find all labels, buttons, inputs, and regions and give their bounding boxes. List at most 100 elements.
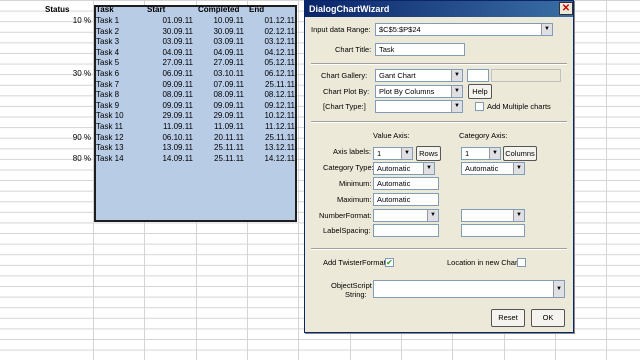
cell-task[interactable]: Task 9 [96, 101, 142, 111]
cell-completed[interactable]: 09.09.11 [198, 101, 244, 111]
header-start[interactable]: Start [147, 5, 165, 15]
value-labelspacing-input[interactable] [373, 224, 439, 237]
cell-status[interactable] [45, 48, 91, 58]
cell-task[interactable]: Task 6 [96, 69, 142, 79]
minimum-input[interactable]: Automatic [373, 177, 439, 190]
rows-button[interactable]: Rows [416, 146, 441, 161]
cell-status[interactable] [45, 58, 91, 68]
header-status[interactable]: Status [45, 5, 69, 15]
gallery-select[interactable]: Gant Chart ▼ [375, 69, 463, 82]
cell-end[interactable]: 14.12.11 [249, 154, 295, 164]
category-numberformat-select[interactable]: ▼ [461, 209, 525, 222]
cell-completed[interactable]: 10.09.11 [198, 16, 244, 26]
cell-start[interactable]: 11.09.11 [147, 122, 193, 132]
cell-start[interactable]: 01.09.11 [147, 16, 193, 26]
ok-button[interactable]: OK [531, 309, 565, 327]
category-type-select[interactable]: Automatic ▼ [461, 162, 525, 175]
cell-status[interactable] [45, 80, 91, 90]
cell-status[interactable] [45, 37, 91, 47]
cell-end[interactable]: 03.12.11 [249, 37, 295, 47]
cell-completed[interactable]: 30.09.11 [198, 27, 244, 37]
cell-end[interactable]: 25.11.11 [249, 80, 295, 90]
cell-completed[interactable]: 29.09.11 [198, 111, 244, 121]
cell-status[interactable] [45, 143, 91, 153]
objectscript-field[interactable]: ▼ [373, 280, 565, 298]
category-axis-select[interactable]: 1 ▼ [461, 147, 501, 160]
cell-completed[interactable]: 25.11.11 [198, 154, 244, 164]
cell-end[interactable]: 05.12.11 [249, 58, 295, 68]
category-labelspacing-input[interactable] [461, 224, 525, 237]
cell-completed[interactable]: 03.10.11 [198, 69, 244, 79]
help-button[interactable]: Help [468, 84, 492, 99]
reset-button[interactable]: Reset [491, 309, 525, 327]
cell-status[interactable] [45, 90, 91, 100]
cell-completed[interactable]: 11.09.11 [198, 122, 244, 132]
cell-end[interactable]: 04.12.11 [249, 48, 295, 58]
cell-task[interactable]: Task 14 [96, 154, 142, 164]
cell-task[interactable]: Task 4 [96, 48, 142, 58]
cell-start[interactable]: 08.09.11 [147, 90, 193, 100]
cell-end[interactable]: 02.12.11 [249, 27, 295, 37]
cell-task[interactable]: Task 5 [96, 58, 142, 68]
cell-completed[interactable]: 27.09.11 [198, 58, 244, 68]
cell-task[interactable]: Task 13 [96, 143, 142, 153]
twister-checkbox[interactable]: ✔ [385, 258, 394, 267]
cell-task[interactable]: Task 7 [96, 80, 142, 90]
cell-task[interactable]: Task 12 [96, 133, 142, 143]
cell-start[interactable]: 06.10.11 [147, 133, 193, 143]
cell-end[interactable]: 13.12.11 [249, 143, 295, 153]
cell-start[interactable]: 09.09.11 [147, 101, 193, 111]
close-button[interactable]: ✕ [559, 2, 573, 15]
charttype-select[interactable]: ▼ [375, 100, 463, 113]
cell-status[interactable]: 10 % [45, 16, 91, 26]
dialog-titlebar[interactable]: DialogChartWizard [305, 1, 573, 17]
cell-start[interactable]: 06.09.11 [147, 69, 193, 79]
cell-end[interactable]: 10.12.11 [249, 111, 295, 121]
header-end[interactable]: End [249, 5, 264, 15]
cell-end[interactable]: 25.11.11 [249, 133, 295, 143]
cell-end[interactable]: 01.12.11 [249, 16, 295, 26]
header-task[interactable]: Task [96, 5, 114, 15]
cell-status[interactable] [45, 101, 91, 111]
cell-status[interactable] [45, 111, 91, 121]
cell-start[interactable]: 27.09.11 [147, 58, 193, 68]
cell-task[interactable]: Task 11 [96, 122, 142, 132]
cell-task[interactable]: Task 10 [96, 111, 142, 121]
cell-start[interactable]: 13.09.11 [147, 143, 193, 153]
cell-task[interactable]: Task 8 [96, 90, 142, 100]
cell-start[interactable]: 04.09.11 [147, 48, 193, 58]
cell-start[interactable]: 30.09.11 [147, 27, 193, 37]
cell-completed[interactable]: 04.09.11 [198, 48, 244, 58]
cell-status[interactable]: 80 % [45, 154, 91, 164]
gallery-preview-box[interactable] [467, 69, 489, 82]
cell-start[interactable]: 03.09.11 [147, 37, 193, 47]
cell-status[interactable] [45, 122, 91, 132]
cell-task[interactable]: Task 1 [96, 16, 142, 26]
cell-start[interactable]: 29.09.11 [147, 111, 193, 121]
location-checkbox[interactable] [517, 258, 526, 267]
cell-completed[interactable]: 08.09.11 [198, 90, 244, 100]
cell-end[interactable]: 08.12.11 [249, 90, 295, 100]
value-category-type-select[interactable]: Automatic ▼ [373, 162, 435, 175]
cell-completed[interactable]: 25.11.11 [198, 143, 244, 153]
cell-task[interactable]: Task 2 [96, 27, 142, 37]
cell-status[interactable]: 90 % [45, 133, 91, 143]
cell-task[interactable]: Task 3 [96, 37, 142, 47]
value-numberformat-select[interactable]: ▼ [373, 209, 439, 222]
cell-end[interactable]: 06.12.11 [249, 69, 295, 79]
cell-status[interactable] [45, 27, 91, 37]
cell-start[interactable]: 14.09.11 [147, 154, 193, 164]
add-multiple-checkbox[interactable] [475, 102, 484, 111]
cell-end[interactable]: 09.12.11 [249, 101, 295, 111]
cell-completed[interactable]: 07.09.11 [198, 80, 244, 90]
plotby-select[interactable]: Plot By Columns ▼ [375, 85, 463, 98]
cell-end[interactable]: 11.12.11 [249, 122, 295, 132]
maximum-input[interactable]: Automatic [373, 193, 439, 206]
header-completed[interactable]: Completed [198, 5, 239, 15]
cell-completed[interactable]: 20.11.11 [198, 133, 244, 143]
input-range-field[interactable]: $C$5:$P$24 ▼ [375, 23, 553, 36]
columns-button[interactable]: Columns [503, 146, 537, 161]
cell-status[interactable]: 30 % [45, 69, 91, 79]
cell-start[interactable]: 09.09.11 [147, 80, 193, 90]
value-axis-select[interactable]: 1 ▼ [373, 147, 413, 160]
